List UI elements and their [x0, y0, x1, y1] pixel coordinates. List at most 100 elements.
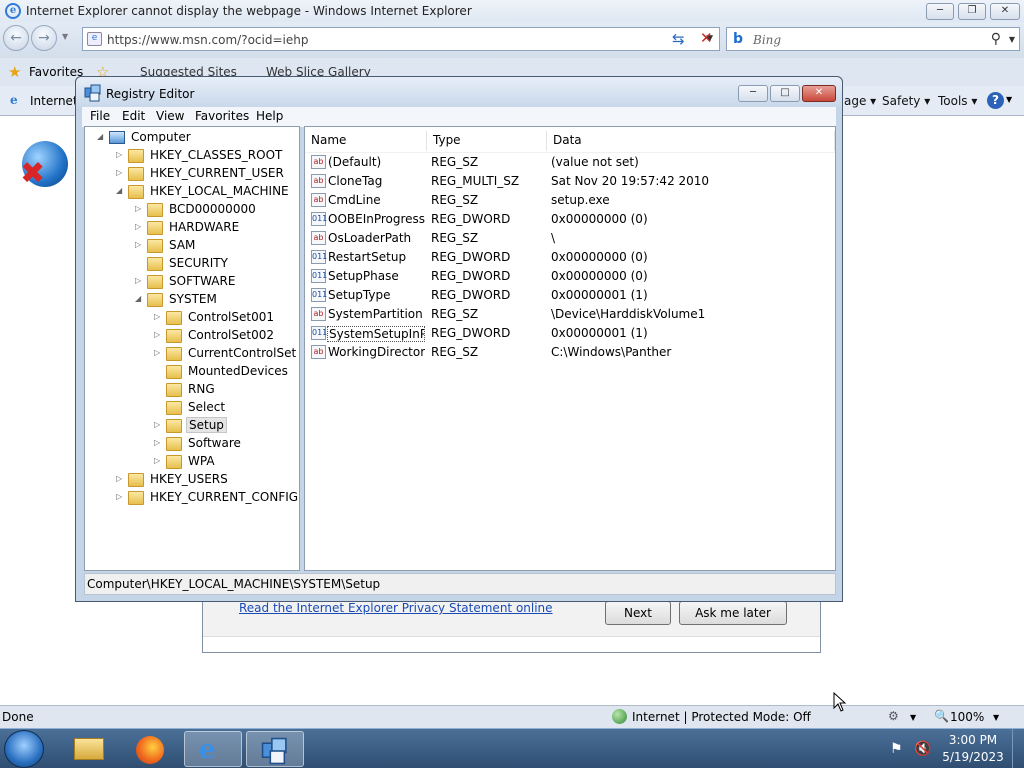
ie-minimize-button[interactable]: ─ [926, 3, 954, 20]
security-zone-text[interactable]: Internet | Protected Mode: Off [632, 710, 811, 724]
value-row[interactable]: 011 OOBEInProgress REG_DWORD 0x00000000 (0) [305, 210, 835, 229]
value-row[interactable]: ab (Default) REG_SZ (value not set) [305, 153, 835, 172]
expand-arrow-icon[interactable]: ▷ [116, 474, 126, 483]
search-input[interactable]: Bing [753, 33, 781, 47]
taskbar-internet-explorer-icon[interactable]: e [184, 731, 242, 767]
tree-node-label[interactable]: SYSTEM [167, 292, 219, 306]
help-dropdown-icon[interactable]: ▼ [1006, 95, 1012, 104]
ask-me-later-button[interactable]: Ask me later [679, 601, 787, 625]
menu-view[interactable]: View [156, 109, 184, 123]
tree-node-label[interactable]: ControlSet001 [186, 310, 276, 324]
reg-maximize-button[interactable]: □ [770, 85, 800, 102]
tree-node-label[interactable]: SECURITY [167, 256, 230, 270]
expand-arrow-icon[interactable]: ▷ [154, 456, 164, 465]
action-center-flag-icon[interactable]: ⚑ [890, 741, 903, 757]
registry-value-list[interactable]: Name Type Data ab (Default) REG_SZ (value n… [304, 126, 836, 571]
tree-node-label[interactable]: ControlSet002 [186, 328, 276, 342]
ie-restore-button[interactable]: ❐ [958, 3, 986, 20]
value-row[interactable]: ab CloneTag REG_MULTI_SZ Sat Nov 20 19:57:4… [305, 172, 835, 191]
tree-node-label[interactable]: HKEY_LOCAL_MACHINE [148, 184, 291, 198]
collapse-arrow-icon[interactable]: ◢ [135, 294, 145, 303]
tree-node-label[interactable]: HKEY_USERS [148, 472, 230, 486]
favorites-button[interactable]: Favorites [29, 65, 83, 79]
tree-node-label[interactable]: SOFTWARE [167, 274, 237, 288]
clock-time[interactable]: 3:00 PM [938, 733, 1008, 747]
search-icon[interactable]: ⚲ [991, 31, 1001, 47]
tree-node-label[interactable]: Computer [129, 130, 193, 144]
expand-arrow-icon[interactable]: ▷ [154, 348, 164, 357]
tree-node-label[interactable]: MountedDevices [186, 364, 290, 378]
recent-pages-chevron-icon[interactable]: ▼ [62, 32, 68, 41]
clock-date[interactable]: 5/19/2023 [938, 750, 1008, 764]
tree-node-label[interactable]: Software [186, 436, 243, 450]
menu-help[interactable]: Help [256, 109, 283, 123]
taskbar-explorer-icon[interactable] [60, 731, 118, 767]
address-bar[interactable]: e https://www.msn.com/?ocid=iehp ▼ [82, 27, 720, 51]
zoom-level[interactable]: 100% [950, 710, 984, 724]
search-options-icon[interactable]: ▼ [1009, 35, 1015, 44]
forward-button[interactable]: → [31, 25, 57, 51]
expand-arrow-icon[interactable]: ▷ [154, 312, 164, 321]
value-row[interactable]: 011 SetupType REG_DWORD 0x00000001 (1) [305, 286, 835, 305]
stop-icon[interactable]: ✕ [700, 29, 713, 47]
refresh-icon[interactable]: ⇆ [672, 30, 685, 48]
column-header-name[interactable]: Name [305, 131, 427, 151]
value-row[interactable]: ab CmdLine REG_SZ setup.exe [305, 191, 835, 210]
zone-dropdown-icon[interactable]: ▼ [910, 713, 916, 722]
expand-arrow-icon[interactable]: ▷ [116, 492, 126, 501]
column-header-type[interactable]: Type [427, 131, 547, 151]
expand-arrow-icon[interactable]: ▷ [116, 150, 126, 159]
tree-node-label[interactable]: RNG [186, 382, 217, 396]
tree-node-label[interactable]: BCD00000000 [167, 202, 258, 216]
tree-node-label[interactable]: HKEY_CURRENT_USER [148, 166, 286, 180]
zoom-dropdown-icon[interactable]: ▼ [993, 713, 999, 722]
expand-arrow-icon[interactable]: ▷ [116, 168, 126, 177]
tools-menu[interactable]: Tools ▾ [938, 94, 977, 108]
show-desktop-button[interactable] [1012, 729, 1024, 768]
back-button[interactable]: ← [3, 25, 29, 51]
value-row[interactable]: 011 SetupPhase REG_DWORD 0x00000000 (0) [305, 267, 835, 286]
reg-close-button[interactable]: ✕ [802, 85, 836, 102]
next-button[interactable]: Next [605, 601, 671, 625]
help-icon[interactable]: ? [987, 92, 1004, 109]
protected-mode-icon[interactable]: ⚙ [888, 709, 899, 723]
tree-node-label[interactable]: SAM [167, 238, 197, 252]
safety-menu[interactable]: Safety ▾ [882, 94, 930, 108]
privacy-statement-link[interactable]: Read the Internet Explorer Privacy State… [239, 601, 553, 615]
volume-muted-icon[interactable]: 🔇 [914, 741, 931, 757]
menu-edit[interactable]: Edit [122, 109, 145, 123]
value-row[interactable]: ab WorkingDirectory REG_SZ C:\Windows\Panth… [305, 343, 835, 362]
tab-internet[interactable]: Internet [30, 94, 78, 108]
expand-arrow-icon[interactable]: ▷ [154, 420, 164, 429]
expand-arrow-icon[interactable]: ▷ [154, 438, 164, 447]
menu-favorites[interactable]: Favorites [195, 109, 249, 123]
collapse-arrow-icon[interactable]: ◢ [97, 132, 107, 141]
address-url[interactable]: https://www.msn.com/?ocid=iehp [107, 33, 308, 47]
tree-node-label[interactable]: Select [186, 400, 227, 414]
registry-title-bar[interactable]: Registry Editor ─ □ ✕ [76, 77, 842, 107]
reg-minimize-button[interactable]: ─ [738, 85, 768, 102]
tree-node-label[interactable]: HARDWARE [167, 220, 241, 234]
column-header-data[interactable]: Data [547, 131, 835, 151]
tree-node-label[interactable]: HKEY_CURRENT_CONFIG [148, 490, 299, 504]
expand-arrow-icon[interactable]: ▷ [154, 330, 164, 339]
ie-close-button[interactable]: ✕ [990, 3, 1020, 20]
tree-node-label[interactable]: WPA [186, 454, 217, 468]
expand-arrow-icon[interactable]: ▷ [135, 240, 145, 249]
tree-node-label[interactable]: CurrentControlSet [186, 346, 298, 360]
value-row[interactable]: ab SystemPartition REG_SZ \Device\HarddiskV… [305, 305, 835, 324]
value-row[interactable]: 011 RestartSetup REG_DWORD 0x00000000 (0) [305, 248, 835, 267]
expand-arrow-icon[interactable]: ▷ [135, 276, 145, 285]
value-row[interactable]: 011SystemSetupInP... REG_DWORD 0x00000001 … [305, 324, 835, 343]
page-menu[interactable]: age ▾ [844, 94, 876, 108]
collapse-arrow-icon[interactable]: ◢ [116, 186, 126, 195]
menu-file[interactable]: File [90, 109, 110, 123]
tree-node-label[interactable]: HKEY_CLASSES_ROOT [148, 148, 284, 162]
registry-key-tree[interactable]: ◢ Computer ▷ HKEY_CLASSES_ROOT ▷ HKEY_CURRENT… [84, 126, 300, 571]
value-row[interactable]: ab OsLoaderPath REG_SZ \ [305, 229, 835, 248]
tree-node-label[interactable]: Setup [186, 417, 227, 433]
taskbar-firefox-icon[interactable] [122, 731, 180, 767]
taskbar-registry-editor-icon[interactable] [246, 731, 304, 767]
search-box[interactable]: b Bing ⚲ ▼ [726, 27, 1020, 51]
expand-arrow-icon[interactable]: ▷ [135, 222, 145, 231]
